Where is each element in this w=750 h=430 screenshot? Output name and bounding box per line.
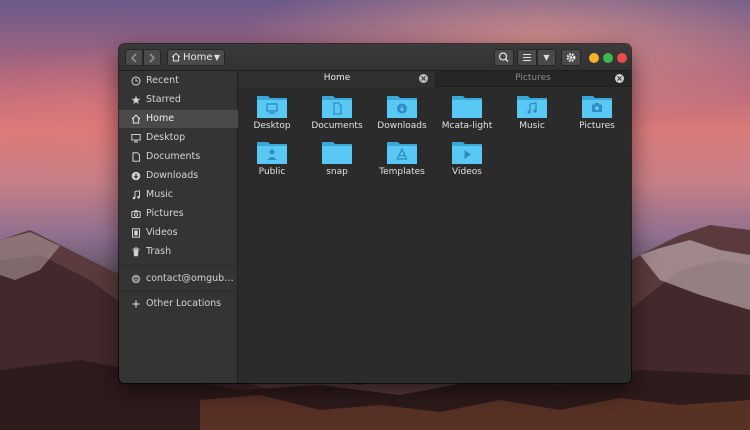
sidebar-item-other-locations[interactable]: Other Locations [119,295,238,313]
sidebar-item-label: Recent [146,75,179,86]
close-window-button[interactable] [617,53,627,63]
sidebar-item-trash[interactable]: Trash [119,243,238,261]
download-icon [131,171,141,181]
folder-item[interactable]: Desktop [240,93,304,137]
file-label: Desktop [253,121,291,131]
home-icon [131,114,141,124]
file-label: Templates [379,167,425,177]
tab-home[interactable]: Home × [239,71,435,87]
maximize-button[interactable] [603,53,613,63]
file-grid: Desktop Documents Downloads Mcata-light … [239,87,631,383]
clock-icon [131,76,141,86]
sidebar-item-documents[interactable]: Documents [119,148,238,166]
gear-icon [566,53,576,62]
sidebar-item-label: Starred [146,94,181,105]
folder-templates-icon [387,142,417,164]
path-label: Home [183,52,213,63]
tab-label: Pictures [515,73,551,83]
desktop-icon [131,134,141,143]
folder-item[interactable]: Templates [370,139,434,183]
sidebar-item-label: Music [146,189,174,200]
folder-documents-icon [322,96,352,118]
sidebar-item-pictures[interactable]: Pictures [119,205,238,223]
file-label: Downloads [377,121,427,131]
close-tab-icon[interactable]: × [419,74,428,83]
back-button[interactable] [125,49,143,66]
list-icon [523,53,531,62]
sidebar-divider [119,291,238,292]
folder-item[interactable]: snap [305,139,369,183]
view-options-button[interactable]: ▼ [537,49,556,66]
folder-desktop-icon [257,96,287,118]
tab-label: Home [323,73,351,83]
sidebar-item-recent[interactable]: Recent [119,72,238,90]
menu-button[interactable] [561,49,581,66]
sidebar-item-videos[interactable]: Videos [119,224,238,242]
folder-item[interactable]: Downloads [370,93,434,137]
file-label: Pictures [579,121,615,131]
sidebar-item-music[interactable]: Music [119,186,238,204]
sidebar: Recent Starred Home Desktop Documents Do… [119,71,238,383]
sidebar-item-label: Pictures [146,208,184,219]
list-view-button[interactable] [517,49,537,66]
tab-bar: Home × Pictures × [239,71,631,87]
chevron-left-icon [131,53,137,63]
sidebar-item-account[interactable]: contact@omgub… [119,270,238,288]
sidebar-item-label: Downloads [146,170,199,181]
star-icon [131,95,141,104]
folder-item[interactable]: Videos [435,139,499,183]
folder-item[interactable]: Pictures [565,93,629,137]
sidebar-item-label: Desktop [146,132,186,143]
file-label: Documents [311,121,363,131]
file-manager-window: Home ▼ ▼ Recent Starred Home Desktop Doc… [119,44,631,383]
file-label: Mcata-light [441,121,493,131]
minimize-button[interactable] [589,53,599,63]
tab-pictures[interactable]: Pictures × [435,71,631,87]
file-label: Music [519,121,545,131]
sidebar-item-label: Home [146,113,175,124]
sidebar-item-label: Other Locations [146,298,222,309]
sidebar-item-label: contact@omgub… [146,273,234,284]
folder-icon [452,96,482,118]
folder-item[interactable]: Music [500,93,564,137]
sidebar-item-starred[interactable]: Starred [119,91,238,109]
folder-item[interactable]: Documents [305,93,369,137]
chevron-down-icon: ▼ [543,53,550,62]
plus-icon [132,300,140,308]
folder-videos-icon [452,142,482,164]
sidebar-item-desktop[interactable]: Desktop [119,129,238,147]
home-icon [171,52,181,62]
search-button[interactable] [494,49,514,66]
path-bar-home-button[interactable]: Home ▼ [167,49,225,66]
trash-icon [132,247,140,257]
file-label: Public [258,167,286,177]
file-label: snap [326,167,348,177]
folder-icon [322,142,352,164]
folder-item[interactable]: Public [240,139,304,183]
search-icon [498,52,509,63]
folder-downloads-icon [387,96,417,118]
close-tab-icon[interactable]: × [615,74,624,83]
network-icon [131,274,141,284]
film-icon [132,228,140,238]
file-label: Videos [452,167,482,177]
folder-music-icon [517,96,547,118]
sidebar-item-label: Documents [146,151,201,162]
folder-pictures-icon [582,96,612,118]
camera-icon [131,210,141,218]
sidebar-item-label: Trash [146,246,172,257]
document-icon [132,152,140,162]
forward-button[interactable] [143,49,161,66]
sidebar-item-label: Videos [146,227,178,238]
music-icon [132,190,140,200]
sidebar-divider [119,265,238,266]
header-bar: Home ▼ ▼ [119,44,631,71]
sidebar-item-home[interactable]: Home [119,110,238,128]
folder-public-icon [257,142,287,164]
chevron-right-icon [149,53,155,63]
chevron-down-icon: ▼ [213,53,220,62]
sidebar-item-downloads[interactable]: Downloads [119,167,238,185]
folder-item[interactable]: Mcata-light [435,93,499,137]
